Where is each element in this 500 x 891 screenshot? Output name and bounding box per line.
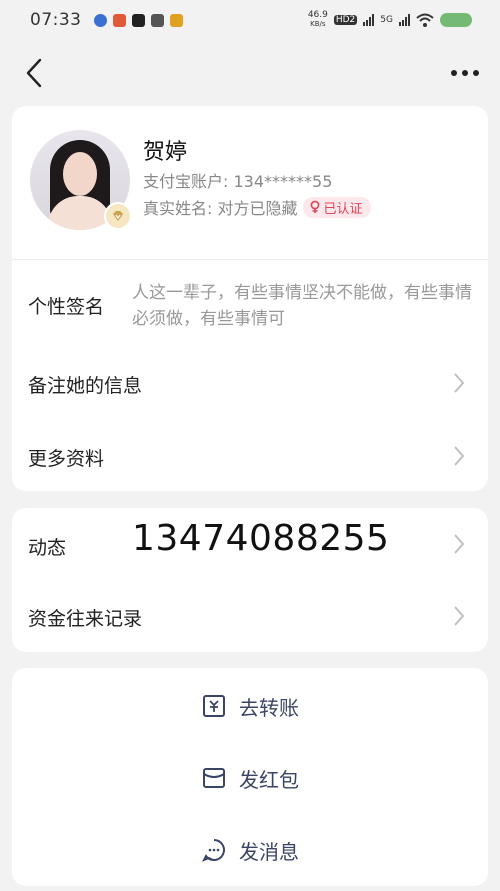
red-packet-label: 发红包 xyxy=(239,767,299,792)
signal-icon xyxy=(399,14,410,26)
net-speed-unit: KB/s xyxy=(310,20,326,28)
message-label: 发消息 xyxy=(239,839,299,864)
divider xyxy=(12,259,488,260)
notification-icons xyxy=(93,13,183,27)
real-name-row: 真实姓名: 对方已隐藏 已认证 xyxy=(143,195,371,219)
status-bar: 07:33 46.9 KB/s HD2 5G xyxy=(0,0,500,40)
chevron-right-icon[interactable] xyxy=(452,605,466,627)
app-notification-icon xyxy=(112,13,126,27)
profile-name: 贺婷 xyxy=(143,140,188,165)
activity-label: 动态 xyxy=(28,537,67,559)
red-packet-button[interactable]: 发红包 xyxy=(12,750,488,806)
app-notification-icon xyxy=(169,13,183,27)
signal-icon xyxy=(363,14,375,26)
actions-card: 去转账 发红包 发消息 xyxy=(12,668,488,886)
more-info-label: 更多资料 xyxy=(28,448,105,470)
remark-label: 备注她的信息 xyxy=(28,375,143,397)
badge-icon xyxy=(104,202,132,230)
female-icon xyxy=(311,200,320,213)
verified-badge: 已认证 xyxy=(303,196,371,218)
more-dots-icon[interactable] xyxy=(448,60,482,86)
profile-card: 贺婷 支付宝账户: 134******55 真实姓名: 对方已隐藏 已认证 个性… xyxy=(12,106,488,491)
top-nav xyxy=(0,48,500,98)
verified-label: 已认证 xyxy=(323,201,363,217)
transfer-icon xyxy=(203,695,225,717)
send-message-button[interactable]: 发消息 xyxy=(12,822,488,878)
wifi-icon xyxy=(416,13,434,27)
transfer-button[interactable]: 去转账 xyxy=(12,678,488,734)
back-arrow-icon[interactable] xyxy=(20,56,50,90)
red-packet-icon xyxy=(203,768,225,788)
chevron-right-icon[interactable] xyxy=(452,533,466,555)
avatar-face xyxy=(63,152,97,196)
message-icon xyxy=(201,839,225,862)
hd-badge: HD2 xyxy=(333,15,358,25)
signature-label: 个性签名 xyxy=(28,296,105,318)
real-name-text: 真实姓名: 对方已隐藏 xyxy=(143,199,298,218)
chevron-right-icon[interactable] xyxy=(452,445,466,467)
status-time: 07:33 xyxy=(30,10,82,30)
net-speed: 46.9 KB/s xyxy=(308,11,328,29)
overlay-phone-number: 13474088255 xyxy=(132,518,390,559)
net-speed-value: 46.9 xyxy=(307,10,328,20)
app-notification-icon xyxy=(93,13,107,27)
chevron-right-icon[interactable] xyxy=(452,372,466,394)
fund-records-label: 资金往来记录 xyxy=(28,608,143,630)
app-notification-icon xyxy=(150,13,164,27)
alipay-account: 支付宝账户: 134******55 xyxy=(143,172,333,191)
status-right: 46.9 KB/s HD2 5G xyxy=(308,11,472,29)
activity-card: 动态 13474088255 资金往来记录 xyxy=(12,508,488,652)
signature-text: 人这一辈子，有些事情坚决不能做，有些事情必须做，有些事情可 xyxy=(132,283,472,329)
app-notification-icon xyxy=(131,13,145,27)
transfer-label: 去转账 xyxy=(239,695,299,720)
gen-label: 5G xyxy=(380,15,393,25)
battery-icon xyxy=(440,13,472,27)
